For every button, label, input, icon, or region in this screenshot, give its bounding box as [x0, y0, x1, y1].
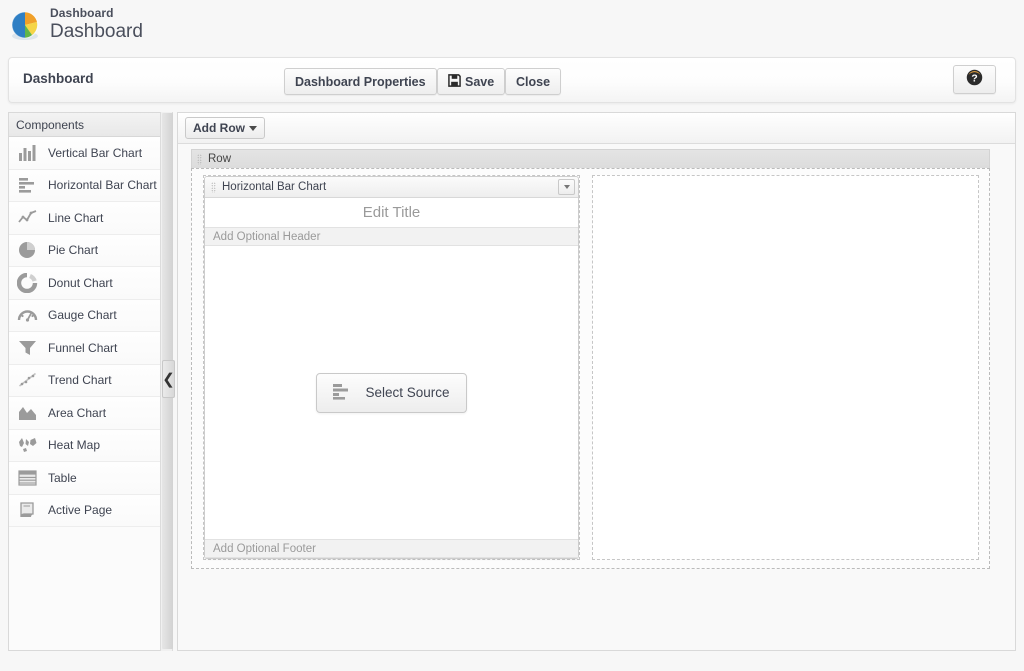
add-row-label: Add Row — [193, 121, 245, 135]
row-header[interactable]: Row — [191, 149, 990, 168]
sidebar-item-label: Pie Chart — [48, 243, 99, 258]
chart-panel-body: Select Source — [205, 246, 578, 539]
save-label: Save — [465, 74, 495, 89]
sidebar-item-table[interactable]: Table — [9, 462, 172, 495]
sidebar-item-trend-chart[interactable]: Trend Chart — [9, 364, 172, 397]
sidebar-item-area-chart[interactable]: Area Chart — [9, 397, 172, 430]
sidebar-item-label: Funnel Chart — [48, 340, 118, 355]
pie-chart-logo — [10, 8, 42, 42]
drag-handle-icon[interactable] — [197, 153, 202, 165]
sidebar-item-label: Area Chart — [48, 405, 107, 420]
pie-chart-icon — [17, 240, 39, 260]
panel-slot-left[interactable]: Horizontal Bar Chart Edit Title Add Opti… — [203, 175, 580, 560]
sidebar-item-label: Vertical Bar Chart — [48, 145, 143, 160]
sidebar-item-label: Gauge Chart — [48, 308, 117, 323]
panel-slot-right[interactable] — [592, 175, 979, 560]
chevron-down-icon — [249, 125, 257, 131]
sidebar-item-label: Active Page — [48, 503, 113, 518]
select-source-label: Select Source — [365, 385, 450, 400]
dashboard-properties-label: Dashboard Properties — [295, 74, 426, 89]
sidebar-item-gauge-chart[interactable]: Gauge Chart — [9, 299, 172, 332]
sidebar-item-label: Trend Chart — [48, 373, 112, 388]
canvas-toolbar: Add Row — [178, 113, 1015, 144]
sidebar-item-vertical-bar-chart[interactable]: Vertical Bar Chart — [9, 137, 172, 170]
sidebar-item-funnel-chart[interactable]: Funnel Chart — [9, 332, 172, 365]
sidebar-item-label: Heat Map — [48, 438, 101, 453]
heat-map-icon — [17, 435, 39, 455]
drag-handle-icon[interactable] — [211, 181, 216, 193]
horizontal-bar-chart-icon — [333, 383, 353, 403]
chart-panel-header[interactable]: Horizontal Bar Chart — [205, 177, 578, 198]
donut-chart-icon — [17, 272, 39, 293]
row-drop-area[interactable]: Horizontal Bar Chart Edit Title Add Opti… — [191, 168, 990, 569]
toolbar-title: Dashboard — [23, 71, 94, 86]
components-sidebar-header: Components — [9, 113, 172, 137]
active-page-icon — [17, 500, 39, 520]
area-chart-icon — [17, 403, 39, 423]
sidebar-item-label: Donut Chart — [48, 275, 113, 290]
sidebar-item-label: Horizontal Bar Chart — [48, 178, 157, 193]
brand-subtitle: Dashboard — [50, 6, 114, 20]
chart-panel: Horizontal Bar Chart Edit Title Add Opti… — [204, 176, 579, 559]
close-button[interactable]: Close — [505, 68, 562, 95]
sidebar-item-line-chart[interactable]: Line Chart — [9, 202, 172, 235]
sidebar-item-pie-chart[interactable]: Pie Chart — [9, 234, 172, 267]
chart-optional-footer-editable[interactable]: Add Optional Footer — [205, 539, 578, 558]
row-label: Row — [208, 153, 232, 165]
sidebar-item-active-page[interactable]: Active Page — [9, 494, 172, 527]
components-list: Vertical Bar Chart Horizontal Bar Chart Li… — [9, 137, 172, 527]
horizontal-bar-chart-icon — [17, 175, 39, 195]
sidebar-item-label: Line Chart — [48, 210, 104, 225]
toolbar: Dashboard Dashboard Properties Save Clos… — [8, 57, 1016, 103]
sidebar-item-label: Table — [48, 470, 77, 485]
chevron-left-icon: ❮ — [162, 370, 175, 388]
chart-title-editable[interactable]: Edit Title — [205, 198, 578, 227]
funnel-chart-icon — [17, 338, 39, 358]
chart-panel-title: Horizontal Bar Chart — [222, 181, 327, 193]
chart-panel-menu-button[interactable] — [558, 179, 575, 195]
dashboard-row: Row Horizontal Bar Chart Edit Title Add … — [191, 149, 990, 569]
chart-optional-header-editable[interactable]: Add Optional Header — [205, 227, 578, 246]
chevron-down-icon — [563, 185, 570, 189]
dashboard-canvas: Add Row Row Horizontal Bar Chart Edit Ti… — [177, 112, 1016, 651]
close-label: Close — [516, 74, 551, 89]
trend-chart-icon — [17, 370, 39, 390]
dashboard-properties-button[interactable]: Dashboard Properties — [284, 68, 437, 95]
sidebar-item-horizontal-bar-chart[interactable]: Horizontal Bar Chart — [9, 169, 172, 202]
line-chart-icon — [17, 208, 39, 228]
vertical-bar-chart-icon — [17, 143, 39, 163]
question-mark-icon: ? — [966, 69, 983, 91]
app-header: Dashboard Dashboard — [0, 0, 1024, 54]
svg-text:?: ? — [971, 73, 977, 84]
help-button[interactable]: ? — [953, 65, 996, 94]
page-title: Dashboard — [50, 21, 143, 42]
add-row-button[interactable]: Add Row — [185, 117, 265, 139]
components-sidebar: Components Vertical Bar Chart Horizontal … — [8, 112, 173, 651]
sidebar-item-donut-chart[interactable]: Donut Chart — [9, 267, 172, 300]
gauge-chart-icon — [17, 305, 39, 325]
select-source-button[interactable]: Select Source — [316, 372, 467, 413]
floppy-disk-icon — [448, 73, 461, 90]
table-icon — [17, 468, 39, 488]
save-button[interactable]: Save — [437, 68, 506, 95]
sidebar-collapse-handle[interactable]: ❮ — [162, 360, 175, 398]
sidebar-item-heat-map[interactable]: Heat Map — [9, 429, 172, 462]
